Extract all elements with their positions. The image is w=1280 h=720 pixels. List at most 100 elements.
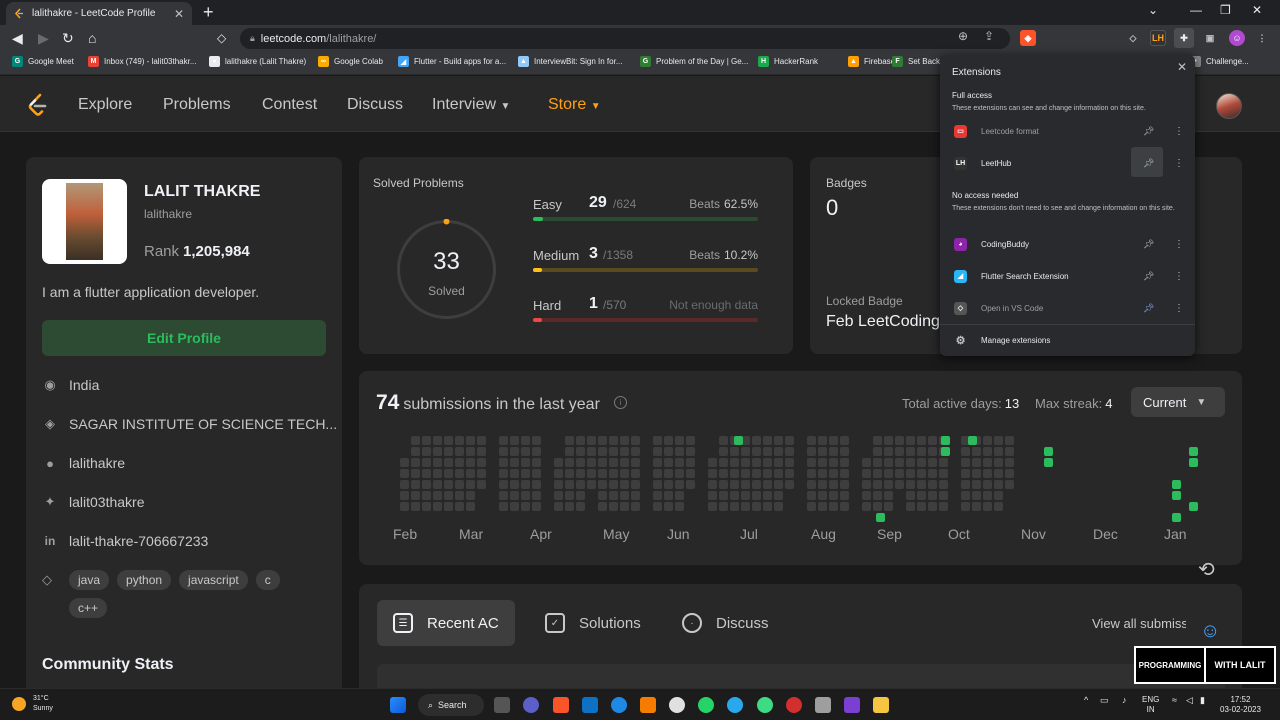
heatmap-day-cell[interactable] <box>972 469 981 478</box>
heatmap-day-cell[interactable] <box>818 469 827 478</box>
heatmap-day-cell[interactable] <box>818 502 827 511</box>
bookmark-icon[interactable]: ◇ <box>217 30 226 46</box>
heatmap-day-cell[interactable] <box>939 491 948 500</box>
heatmap-day-cell[interactable] <box>400 491 409 500</box>
pin-icon[interactable]: 📌︎ <box>1143 303 1154 314</box>
heatmap-day-cell[interactable] <box>675 436 684 445</box>
heatmap-day-cell[interactable] <box>598 458 607 467</box>
heatmap-day-cell[interactable] <box>785 469 794 478</box>
extension-row[interactable]: ◢ Flutter Search Extension 📌︎ ⋮ <box>940 262 1195 290</box>
bookmark-item[interactable]: ▲ Firebase <box>848 56 895 67</box>
heatmap-day-cell[interactable] <box>653 491 662 500</box>
heatmap-day-cell[interactable] <box>675 469 684 478</box>
heatmap-day-cell[interactable] <box>433 502 442 511</box>
heatmap-day-cell[interactable] <box>620 491 629 500</box>
bookmark-item[interactable]: M Inbox (749) - lalit03thakr... <box>88 56 197 67</box>
url-field[interactable]: 🔒︎ leetcode.com/lalithakre/ <box>240 28 1010 49</box>
heatmap-day-cell[interactable] <box>532 502 541 511</box>
more-options-icon[interactable]: ⋮ <box>1174 158 1184 169</box>
heatmap-day-cell[interactable] <box>983 480 992 489</box>
heatmap-day-cell[interactable] <box>829 480 838 489</box>
heatmap-day-cell[interactable] <box>521 469 530 478</box>
heatmap-day-cell[interactable] <box>928 469 937 478</box>
vscode-extension-icon[interactable]: ◇ <box>1125 30 1141 46</box>
heatmap-day-cell[interactable] <box>444 458 453 467</box>
heatmap-day-cell[interactable] <box>829 502 838 511</box>
heatmap-day-cell[interactable] <box>906 491 915 500</box>
heatmap-day-cell[interactable] <box>994 491 1003 500</box>
heatmap-day-cell[interactable] <box>884 491 893 500</box>
heatmap-day-cell[interactable] <box>422 491 431 500</box>
heatmap-day-cell[interactable] <box>1005 458 1014 467</box>
edit-profile-button[interactable]: Edit Profile <box>42 320 326 356</box>
heatmap-day-cell[interactable] <box>895 458 904 467</box>
heatmap-day-cell[interactable] <box>961 491 970 500</box>
nav-contest[interactable]: Contest <box>262 96 317 114</box>
heatmap-day-cell[interactable] <box>961 458 970 467</box>
heatmap-day-cell[interactable] <box>763 502 772 511</box>
heatmap-day-cell[interactable] <box>983 502 992 511</box>
heatmap-day-cell[interactable] <box>686 447 695 456</box>
heatmap-day-cell[interactable] <box>598 480 607 489</box>
more-options-icon[interactable]: ⋮ <box>1174 271 1184 282</box>
android-studio-icon[interactable] <box>757 697 773 713</box>
heatmap-day-cell[interactable] <box>906 447 915 456</box>
linkedin-row[interactable]: in lalit-thakre-706667233 <box>42 533 209 549</box>
heatmap-day-cell[interactable] <box>433 447 442 456</box>
manage-extensions-row[interactable]: ⚙ Manage extensions <box>940 326 1195 354</box>
heatmap-day-cell[interactable] <box>411 436 420 445</box>
heatmap-day-cell[interactable] <box>862 480 871 489</box>
heatmap-day-cell[interactable] <box>807 502 816 511</box>
heatmap-active-cell[interactable] <box>1172 480 1181 489</box>
twitter-row[interactable]: ✦ lalit03thakre <box>42 494 145 510</box>
bookmark-item[interactable]: • Challenge... <box>1190 56 1249 67</box>
heatmap-day-cell[interactable] <box>829 469 838 478</box>
heatmap-day-cell[interactable] <box>433 480 442 489</box>
heatmap-day-cell[interactable] <box>719 436 728 445</box>
heatmap-day-cell[interactable] <box>587 458 596 467</box>
heatmap-day-cell[interactable] <box>675 491 684 500</box>
nav-discuss[interactable]: Discuss <box>347 96 403 114</box>
heatmap-day-cell[interactable] <box>686 480 695 489</box>
heatmap-day-cell[interactable] <box>631 447 640 456</box>
heatmap-active-cell[interactable] <box>1189 502 1198 511</box>
heatmap-day-cell[interactable] <box>532 491 541 500</box>
heatmap-day-cell[interactable] <box>400 458 409 467</box>
task-view-icon[interactable] <box>494 697 510 713</box>
close-window-button[interactable]: ✕ <box>1252 3 1262 17</box>
heatmap-day-cell[interactable] <box>939 458 948 467</box>
heatmap-day-cell[interactable] <box>422 480 431 489</box>
nav-problems[interactable]: Problems <box>163 96 231 114</box>
heatmap-day-cell[interactable] <box>499 469 508 478</box>
heatmap-day-cell[interactable] <box>818 447 827 456</box>
heatmap-day-cell[interactable] <box>873 469 882 478</box>
heatmap-active-cell[interactable] <box>941 436 950 445</box>
heatmap-day-cell[interactable] <box>444 491 453 500</box>
heatmap-day-cell[interactable] <box>411 458 420 467</box>
heatmap-day-cell[interactable] <box>499 436 508 445</box>
heatmap-day-cell[interactable] <box>422 436 431 445</box>
heatmap-day-cell[interactable] <box>752 447 761 456</box>
heatmap-day-cell[interactable] <box>884 436 893 445</box>
heatmap-day-cell[interactable] <box>862 491 871 500</box>
heatmap-day-cell[interactable] <box>686 436 695 445</box>
heatmap-day-cell[interactable] <box>554 491 563 500</box>
heatmap-day-cell[interactable] <box>873 502 882 511</box>
heatmap-day-cell[interactable] <box>400 480 409 489</box>
heatmap-day-cell[interactable] <box>708 502 717 511</box>
heatmap-day-cell[interactable] <box>686 458 695 467</box>
heatmap-day-cell[interactable] <box>708 458 717 467</box>
heatmap-day-cell[interactable] <box>466 447 475 456</box>
skill-tag[interactable]: java <box>69 570 110 590</box>
heatmap-day-cell[interactable] <box>917 480 926 489</box>
tab-close-icon[interactable]: ✕ <box>174 7 184 21</box>
heatmap-day-cell[interactable] <box>774 469 783 478</box>
heatmap-day-cell[interactable] <box>873 447 882 456</box>
heatmap-day-cell[interactable] <box>499 458 508 467</box>
heatmap-day-cell[interactable] <box>972 491 981 500</box>
heatmap-day-cell[interactable] <box>455 491 464 500</box>
heatmap-day-cell[interactable] <box>730 469 739 478</box>
heatmap-day-cell[interactable] <box>653 469 662 478</box>
heatmap-day-cell[interactable] <box>840 480 849 489</box>
heatmap-day-cell[interactable] <box>521 458 530 467</box>
